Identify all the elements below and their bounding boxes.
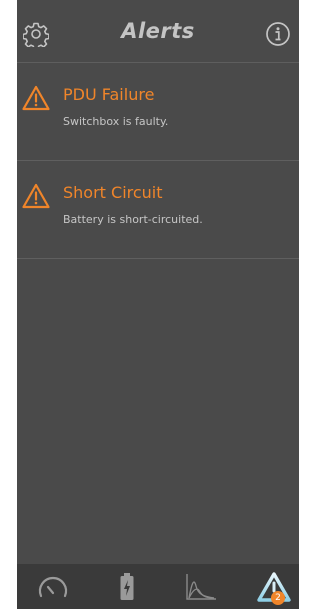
warning-triangle-icon bbox=[22, 85, 50, 111]
warning-triangle-icon bbox=[22, 183, 50, 209]
alerts-count-badge: 2 bbox=[271, 591, 285, 605]
alert-title: PDU Failure bbox=[63, 85, 155, 104]
tab-dashboard[interactable] bbox=[29, 564, 77, 609]
tab-graph[interactable] bbox=[177, 564, 225, 609]
alert-list: PDU Failure Switchbox is faulty. Short C… bbox=[17, 63, 299, 259]
tab-battery[interactable] bbox=[103, 564, 151, 609]
alert-message: Battery is short-circuited. bbox=[63, 213, 203, 226]
info-button[interactable] bbox=[263, 19, 293, 49]
tab-bar bbox=[17, 564, 299, 609]
header: Alerts bbox=[17, 0, 299, 63]
alert-item[interactable]: Short Circuit Battery is short-circuited… bbox=[17, 161, 299, 259]
alert-message: Switchbox is faulty. bbox=[63, 115, 169, 128]
alert-title: Short Circuit bbox=[63, 183, 163, 202]
battery-icon bbox=[120, 572, 134, 600]
app-screen: Alerts PDU Failure Switchbox is faulty. bbox=[17, 0, 299, 609]
info-icon bbox=[266, 22, 290, 46]
page-title: Alerts bbox=[121, 19, 195, 43]
alert-item[interactable]: PDU Failure Switchbox is faulty. bbox=[17, 63, 299, 161]
graph-icon bbox=[186, 573, 216, 600]
gauge-icon bbox=[38, 576, 68, 597]
